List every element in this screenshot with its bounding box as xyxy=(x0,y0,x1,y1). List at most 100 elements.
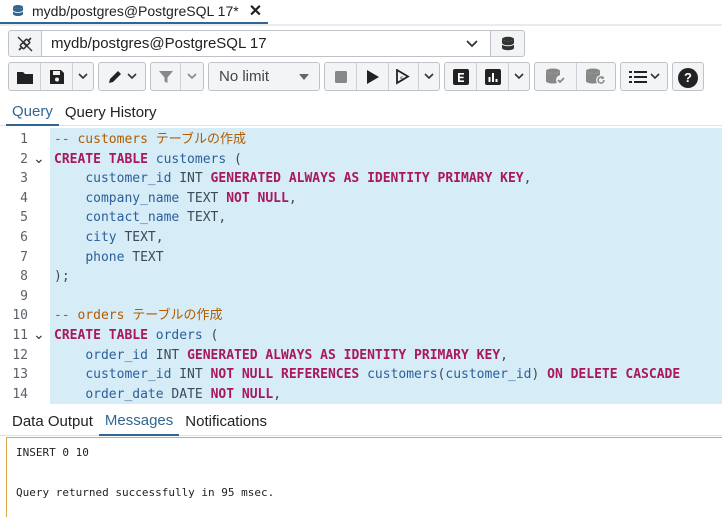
line-number-gutter: 1 2 ⌄ 3 4 5 6 7 8 9 10 11 ⌄ 12 13 14 xyxy=(0,128,50,404)
commit-button[interactable] xyxy=(535,63,577,90)
code-line: -- customers テーブルの作成 xyxy=(54,130,246,150)
execute-button[interactable] xyxy=(357,63,389,90)
help-icon: ? xyxy=(678,67,698,88)
explain-options-dropdown[interactable] xyxy=(509,63,529,90)
rollback-button[interactable] xyxy=(577,63,615,90)
messages-panel: INSERT 0 10 Query returned successfully … xyxy=(6,437,722,517)
message-line xyxy=(16,466,713,486)
stop-button[interactable] xyxy=(325,63,357,90)
line-number: 7 xyxy=(20,249,28,265)
new-connection-button[interactable] xyxy=(491,30,525,57)
line-number: 3 xyxy=(20,171,28,187)
filter-group xyxy=(150,62,204,91)
code-area[interactable]: -- customers テーブルの作成 CREATE TABLE custome… xyxy=(50,128,722,404)
row-limit-button[interactable]: No limit xyxy=(209,63,319,90)
line-number: 4 xyxy=(20,190,28,206)
chevron-down-icon xyxy=(187,73,197,80)
code-token: city xyxy=(85,230,117,245)
execute-script-button[interactable]: S xyxy=(389,63,419,90)
chevron-down-icon xyxy=(424,73,434,80)
code-token: DATE xyxy=(163,386,211,402)
save-button[interactable] xyxy=(41,63,73,90)
code-token: NOT NULL xyxy=(226,190,289,206)
tab-messages[interactable]: Messages xyxy=(98,406,180,436)
sql-editor[interactable]: 1 2 ⌄ 3 4 5 6 7 8 9 10 11 ⌄ 12 13 14 -- customers テーブルの… xyxy=(0,128,722,404)
row-limit-value: No limit xyxy=(219,68,270,85)
code-token: TEXT, xyxy=(179,210,227,226)
query-tool-tab[interactable]: mydb/postgres@PostgreSQL 17* ✕ xyxy=(0,0,268,24)
macros-button[interactable] xyxy=(621,63,667,90)
code-token: , xyxy=(523,171,532,187)
code-token: company_name xyxy=(85,190,180,206)
code-token: orders xyxy=(155,328,203,343)
line-number: 14 xyxy=(12,386,28,402)
code-line: customer_id INT NOT NULL REFERENCES cust… xyxy=(54,365,680,385)
code-token: -- customers テーブルの作成 xyxy=(54,132,246,147)
fold-toggle-icon[interactable]: ⌄ xyxy=(33,151,45,165)
tab-strip-divider xyxy=(0,24,722,26)
chevron-down-icon xyxy=(466,39,478,47)
save-options-dropdown[interactable] xyxy=(73,63,93,90)
code-token: customers xyxy=(155,151,227,167)
edit-button[interactable] xyxy=(99,63,145,90)
explain-button[interactable] xyxy=(445,63,477,90)
filter-icon xyxy=(158,70,173,83)
code-token: CREATE TABLE xyxy=(54,151,148,167)
code-line: customer_id INT GENERATED ALWAYS AS IDEN… xyxy=(54,169,531,189)
code-token: TEXT xyxy=(179,190,227,206)
help-button[interactable]: ? xyxy=(673,63,703,90)
code-token: INT xyxy=(147,347,188,363)
result-tabs: Data Output Messages Notifications xyxy=(0,406,722,436)
connection-bar: mydb/postgres@PostgreSQL 17 xyxy=(8,30,525,57)
code-token: GENERATED ALWAYS AS IDENTITY PRIMARY KEY xyxy=(187,347,501,363)
caret-down-icon xyxy=(299,73,309,80)
fold-toggle-icon[interactable]: ⌄ xyxy=(33,327,45,341)
code-token: CREATE TABLE xyxy=(54,328,148,343)
close-icon[interactable]: ✕ xyxy=(249,1,262,21)
code-line: order_id INT GENERATED ALWAYS AS IDENTIT… xyxy=(54,346,508,366)
tab-data-output[interactable]: Data Output xyxy=(6,406,99,436)
save-icon xyxy=(49,69,64,84)
tab-query-history[interactable]: Query History xyxy=(59,98,163,126)
database-icon xyxy=(12,5,24,16)
code-token: customer_id xyxy=(85,367,172,383)
code-line: company_name TEXT NOT NULL, xyxy=(54,189,296,209)
connection-select[interactable]: mydb/postgres@PostgreSQL 17 xyxy=(42,30,491,57)
code-token: -- orders テーブルの作成 xyxy=(54,308,223,324)
code-token: customers xyxy=(367,367,438,383)
explain-analyze-button[interactable] xyxy=(477,63,509,90)
row-limit-select[interactable]: No limit xyxy=(208,62,320,91)
code-token: , xyxy=(273,386,282,402)
explain-group xyxy=(444,62,530,91)
bar-chart-icon xyxy=(484,68,501,85)
code-token: ON DELETE CASCADE xyxy=(547,367,681,383)
tab-query[interactable]: Query xyxy=(6,98,59,126)
code-token: phone xyxy=(85,249,125,265)
tab-title: mydb/postgres@PostgreSQL 17* xyxy=(32,3,239,19)
code-token: NOT NULL xyxy=(210,386,274,402)
code-token: ) xyxy=(531,367,548,383)
stop-icon xyxy=(334,70,347,83)
line-number: 10 xyxy=(12,308,28,324)
chevron-down-icon xyxy=(78,73,88,80)
chevron-down-icon xyxy=(127,73,137,80)
code-line: contact_name TEXT, xyxy=(54,208,226,228)
filter-button[interactable] xyxy=(151,63,181,90)
code-line: city TEXT, xyxy=(54,228,163,248)
filter-options-dropdown[interactable] xyxy=(181,63,203,90)
code-token: , xyxy=(500,347,508,363)
open-file-button[interactable] xyxy=(9,63,41,90)
line-number: 1 xyxy=(20,132,28,147)
query-tabs: Query Query History xyxy=(0,98,722,126)
execute-options-dropdown[interactable] xyxy=(419,63,439,90)
edit-group xyxy=(98,62,146,91)
code-token: customer_id xyxy=(445,367,532,383)
tab-notifications[interactable]: Notifications xyxy=(179,406,273,436)
connection-status-button[interactable] xyxy=(8,30,42,57)
code-token: contact_name xyxy=(85,210,180,226)
code-token: GENERATED ALWAYS AS IDENTITY PRIMARY KEY xyxy=(210,171,524,187)
